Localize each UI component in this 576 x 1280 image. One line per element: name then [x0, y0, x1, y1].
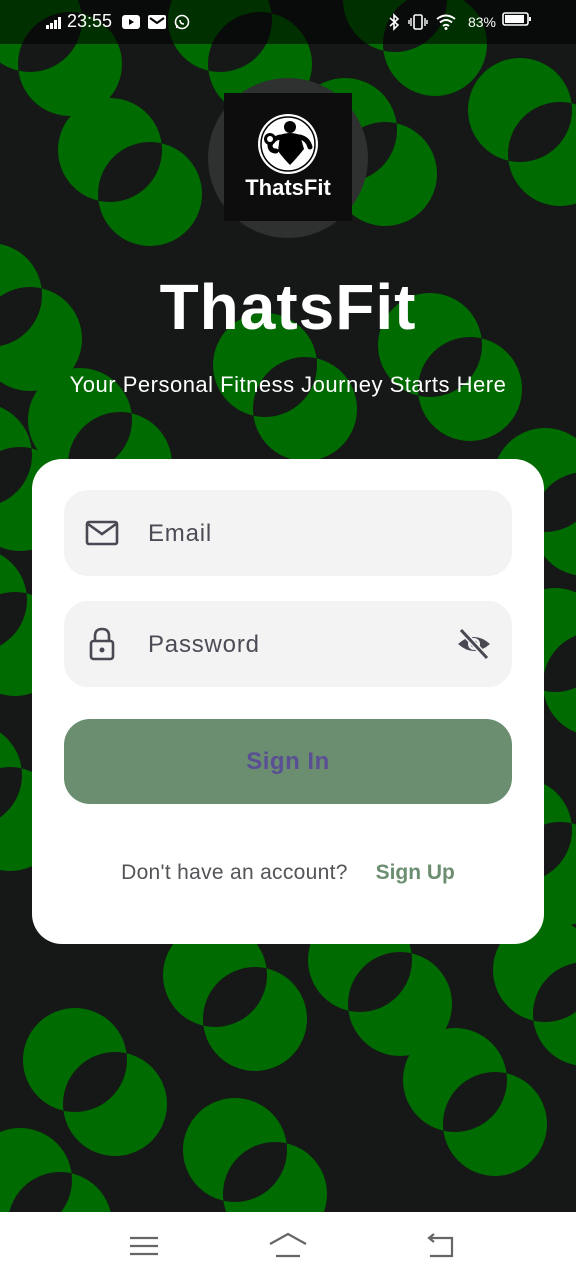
password-field[interactable]: Password: [64, 601, 512, 687]
login-screen: 23:55 83% ThatsFit ThatsFit Your Persona…: [0, 0, 576, 1280]
battery-icon: [502, 11, 532, 32]
bodybuilder-dumbbell-icon: [258, 114, 318, 174]
status-bar: 23:55 83%: [0, 0, 576, 44]
back-icon[interactable]: [422, 1230, 458, 1262]
wifi-icon: [436, 14, 456, 30]
signup-row: Don't have an account? Sign Up: [32, 861, 544, 885]
signup-prompt: Don't have an account?: [121, 861, 348, 884]
tagline: Your Personal Fitness Journey Starts Her…: [69, 372, 507, 397]
bluetooth-icon: [388, 12, 400, 31]
email-placeholder: Email: [148, 520, 213, 547]
navigation-bar: [0, 1212, 576, 1280]
login-card: Email Password Sign In Don't have an acc…: [32, 459, 544, 944]
app-title: ThatsFit: [159, 271, 417, 343]
mail-icon: [85, 520, 119, 546]
signal-icon: [46, 15, 62, 29]
whatsapp-icon: [174, 14, 190, 30]
background-circle-pair: [23, 1008, 167, 1156]
logo-wordmark: ThatsFit: [245, 175, 331, 200]
password-placeholder: Password: [148, 631, 260, 658]
background-circle-pair: [58, 98, 202, 246]
lock-icon: [89, 627, 115, 661]
sign-in-button[interactable]: Sign In: [64, 719, 512, 804]
background-circle-pair: [183, 1098, 327, 1212]
email-field[interactable]: Email: [64, 490, 512, 576]
home-icon[interactable]: [268, 1230, 308, 1262]
youtube-icon: [122, 14, 141, 30]
vibrate-icon: [408, 13, 428, 31]
eye-off-icon[interactable]: [456, 626, 492, 662]
app-logo: [224, 93, 352, 221]
mail-icon: [148, 14, 167, 30]
clock: 23:55: [67, 11, 113, 31]
battery-percent: 83%: [467, 13, 496, 30]
sign-up-link[interactable]: Sign Up: [376, 861, 455, 884]
background-circle-pair: [163, 923, 307, 1071]
background-circle-pair: [403, 1028, 547, 1176]
menu-icon[interactable]: [126, 1230, 162, 1262]
background-circle-pair: [468, 58, 576, 206]
